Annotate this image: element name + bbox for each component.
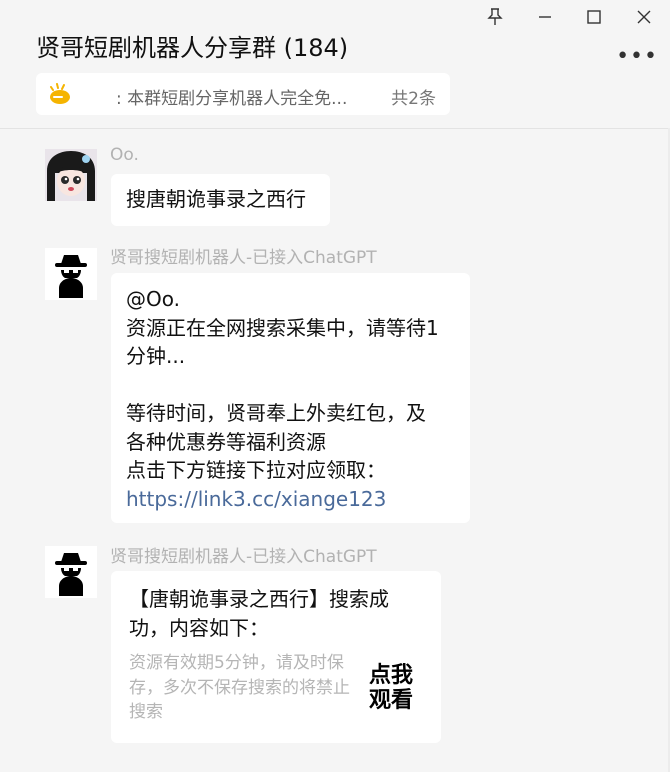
avatar[interactable] — [45, 546, 97, 598]
chat-title: 贤哥短剧机器人分享群 (184) — [36, 34, 349, 62]
group-notice-bar[interactable]: : 本群短剧分享机器人完全免... 共2条 — [36, 73, 450, 115]
message-bubble[interactable]: 搜唐朝诡事录之西行 — [111, 174, 330, 226]
card-thumbnail: 点我 观看 — [361, 663, 421, 713]
message-sender: 贤哥搜短剧机器人-已接入ChatGPT — [110, 248, 377, 268]
message-text: 分钟... — [126, 344, 186, 368]
avatar[interactable] — [45, 149, 97, 201]
card-thumbnail-text: 点我 — [368, 663, 413, 688]
message-text: 等待时间，贤哥奉上外卖红包，及 — [126, 401, 426, 425]
bulb-icon — [48, 83, 74, 109]
message-text: @Oo. — [126, 287, 180, 311]
message-text: 搜唐朝诡事录之西行 — [126, 187, 306, 211]
card-thumbnail-text: 观看 — [368, 688, 413, 713]
minimize-icon[interactable] — [533, 6, 557, 28]
avatar[interactable] — [45, 248, 97, 300]
message-text: 各种优惠券等福利资源 — [126, 429, 326, 454]
maximize-icon[interactable] — [582, 6, 606, 28]
message-text — [126, 371, 455, 400]
spy-avatar-icon — [45, 248, 97, 300]
card-title: 【唐朝诡事录之西行】搜索成 — [129, 587, 389, 611]
link-card[interactable]: 【唐朝诡事录之西行】搜索成 功，内容如下： 资源有效期5分钟，请及时保存，多次不… — [111, 571, 441, 743]
notice-count: 共2条 — [391, 89, 436, 109]
pin-icon[interactable] — [483, 6, 507, 28]
title-bar: 贤哥短剧机器人分享群 (184) ••• : 本群短剧分享机器人完全免... 共… — [0, 0, 670, 129]
more-options-button[interactable]: ••• — [616, 44, 658, 69]
close-icon[interactable] — [632, 6, 656, 28]
notice-text: : 本群短剧分享机器人完全免... — [116, 89, 348, 109]
card-title: 功，内容如下： — [129, 615, 269, 640]
message-sender: 贤哥搜短剧机器人-已接入ChatGPT — [110, 547, 377, 567]
message-bubble[interactable]: @Oo. 资源正在全网搜索采集中，请等待1 分钟... 等待时间，贤哥奉上外卖红… — [111, 273, 470, 523]
card-description: 资源有效期5分钟，请及时保存，多次不保存搜索的将禁止搜索 — [129, 653, 350, 722]
message-link[interactable]: https://link3.cc/xiange123 — [126, 485, 455, 514]
spy-avatar-icon — [45, 546, 97, 598]
message-sender: Oo. — [110, 145, 139, 165]
message-text: 资源正在全网搜索采集中，请等待1 — [126, 315, 439, 340]
anime-girl-avatar-icon — [45, 149, 97, 201]
message-text: 点击下方链接下拉对应领取： — [126, 458, 386, 482]
